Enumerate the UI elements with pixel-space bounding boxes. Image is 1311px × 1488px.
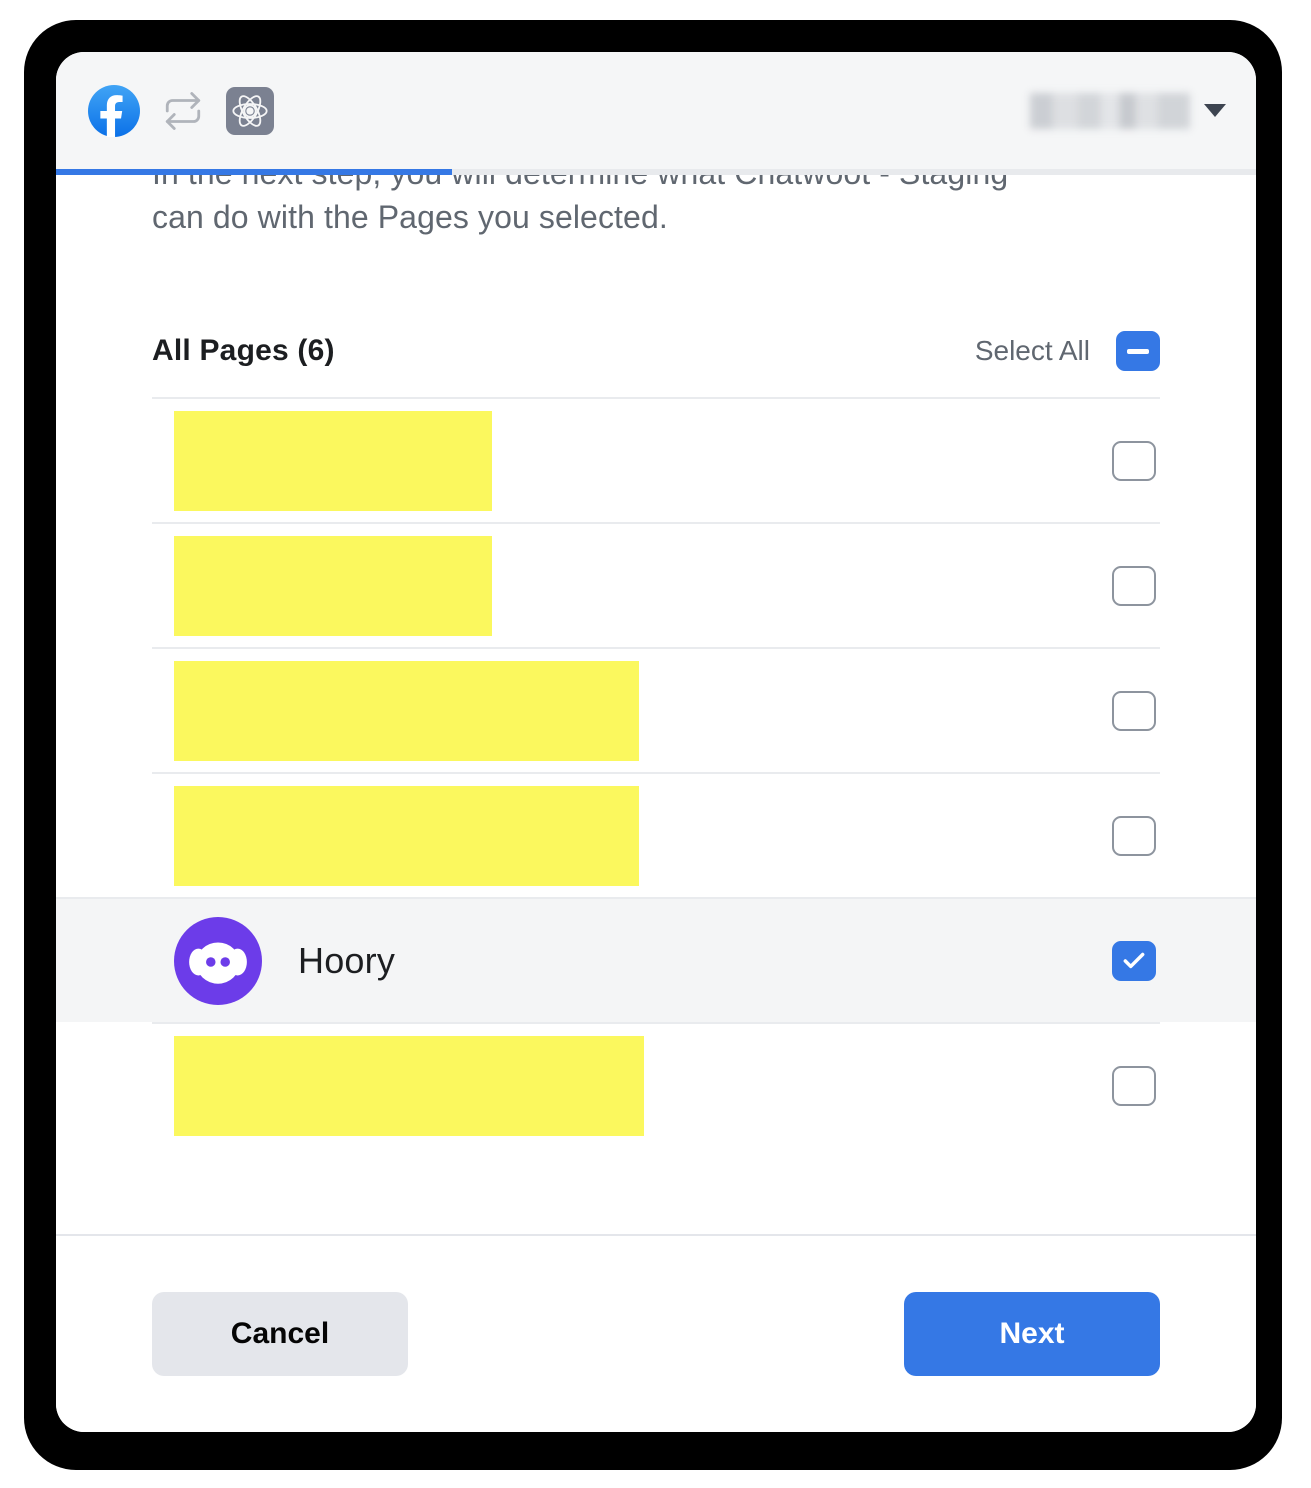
facebook-page-selection-dialog: In the next step, you will determine wha… xyxy=(56,52,1256,1432)
dialog-body: In the next step, you will determine wha… xyxy=(56,175,1256,1234)
page-row[interactable] xyxy=(152,772,1160,897)
page-name-redacted xyxy=(174,1035,644,1136)
page-row-main: Hoory xyxy=(174,916,1112,1005)
page-checkbox[interactable] xyxy=(1112,940,1156,981)
next-button[interactable]: Next xyxy=(904,1292,1160,1376)
pages-list: Hoory xyxy=(56,397,1256,1147)
check-icon xyxy=(1123,952,1145,968)
select-all-label: Select All xyxy=(974,335,1090,366)
intro-text-line-1-clipped: In the next step, you will determine wha… xyxy=(152,175,1196,195)
page-name-redacted xyxy=(174,535,492,636)
page-row[interactable]: Hoory xyxy=(56,897,1256,1022)
pages-list-header: All Pages (6) Select All xyxy=(56,239,1256,371)
intro-text-line-1: In the next step, you will determine wha… xyxy=(152,175,1008,195)
dialog-footer: Cancel Next xyxy=(56,1234,1256,1432)
intro-text-line-2: can do with the Pages you selected. xyxy=(152,199,668,235)
select-all-control[interactable]: Select All xyxy=(975,331,1160,371)
react-atom-icon[interactable] xyxy=(226,86,274,135)
all-pages-title: All Pages (6) xyxy=(152,334,335,367)
page-row-main xyxy=(174,660,1112,761)
page-checkbox[interactable] xyxy=(1112,440,1156,481)
cancel-button[interactable]: Cancel xyxy=(152,1292,408,1376)
page-row-main xyxy=(174,410,1112,511)
page-checkbox[interactable] xyxy=(1112,815,1156,856)
page-row[interactable] xyxy=(152,647,1160,772)
page-name-redacted xyxy=(174,660,639,761)
page-row-main xyxy=(174,785,1112,886)
chevron-down-icon[interactable] xyxy=(1204,104,1226,117)
loop-repeat-icon[interactable] xyxy=(162,90,204,132)
page-row[interactable] xyxy=(152,397,1160,522)
minus-icon xyxy=(1127,348,1149,354)
page-avatar-hoory-icon xyxy=(174,916,262,1005)
page-row[interactable] xyxy=(152,1022,1160,1147)
page-name-redacted xyxy=(174,410,492,511)
account-name-redacted xyxy=(1030,92,1190,129)
intro-text: In the next step, you will determine wha… xyxy=(56,175,1256,239)
page-checkbox[interactable] xyxy=(1112,690,1156,731)
page-row-main xyxy=(174,535,1112,636)
dialog-header xyxy=(56,52,1256,169)
account-menu[interactable] xyxy=(1030,92,1226,129)
facebook-logo-icon[interactable] xyxy=(88,84,140,137)
page-name: Hoory xyxy=(298,939,396,981)
screenshot-stage: In the next step, you will determine wha… xyxy=(0,0,1311,1488)
header-icon-group xyxy=(88,84,274,137)
page-checkbox[interactable] xyxy=(1112,1065,1156,1106)
page-row-main xyxy=(174,1035,1112,1136)
page-row[interactable] xyxy=(152,522,1160,647)
page-name-redacted xyxy=(174,785,639,886)
page-checkbox[interactable] xyxy=(1112,565,1156,606)
select-all-checkbox[interactable] xyxy=(1116,331,1160,371)
